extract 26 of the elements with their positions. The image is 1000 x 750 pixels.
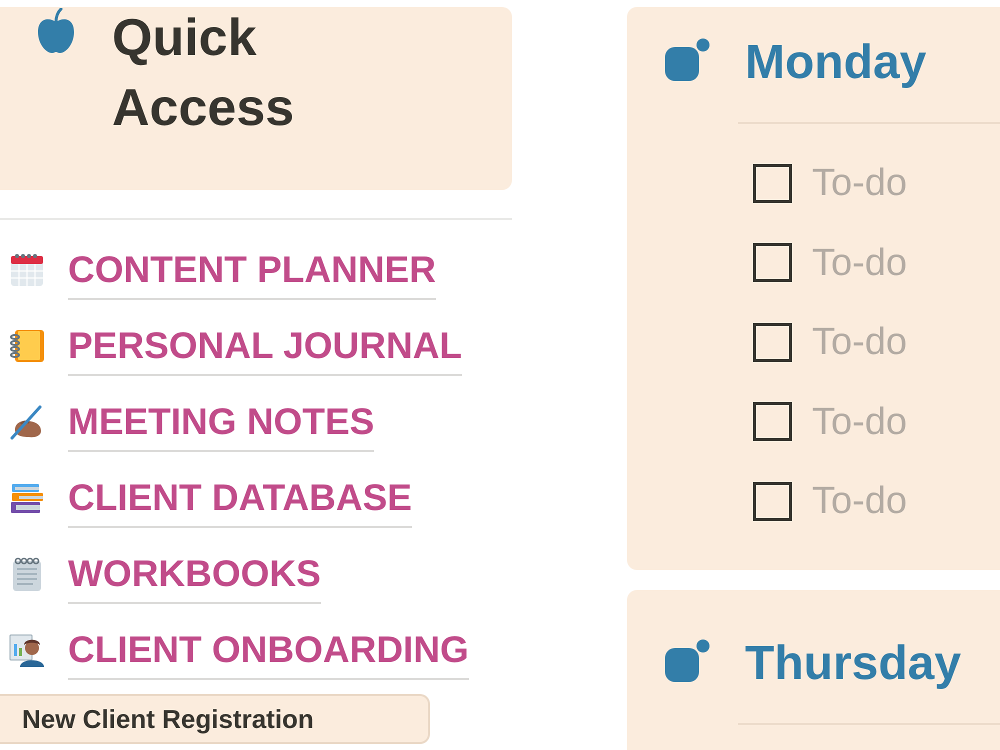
page-link[interactable]: WORKBOOKS (68, 552, 321, 604)
checkbox[interactable] (753, 243, 792, 282)
square-dot-icon (665, 639, 710, 683)
page-link[interactable]: CLIENT DATABASE (68, 476, 412, 528)
apple-icon (35, 8, 77, 54)
todo-field[interactable]: To-do (812, 240, 962, 286)
todo-field[interactable]: To-do (812, 319, 962, 365)
page-link[interactable]: CONTENT PLANNER (68, 248, 436, 300)
calendar-icon (9, 252, 45, 288)
registration-button[interactable]: New Client Registration (0, 694, 430, 744)
todo-field[interactable]: To-do (812, 398, 962, 444)
checkbox[interactable] (753, 322, 792, 362)
square-dot-icon (665, 38, 710, 82)
checkbox[interactable] (753, 402, 792, 441)
callout-title: Quick Access (112, 8, 296, 139)
page-link[interactable]: CLIENT ONBOARDING (68, 628, 469, 680)
todo-field[interactable]: To-do (812, 478, 962, 524)
page-link[interactable]: MEETING NOTES (68, 400, 374, 452)
checkbox[interactable] (753, 164, 792, 202)
notebook-icon (9, 328, 45, 364)
checkbox[interactable] (753, 482, 792, 520)
page-link[interactable]: PERSONAL JOURNAL (68, 324, 462, 376)
day-heading: Monday (745, 40, 926, 86)
person-icon (9, 632, 45, 668)
todo-field[interactable]: To-do (812, 160, 962, 206)
day-heading: Thursday (745, 641, 962, 687)
